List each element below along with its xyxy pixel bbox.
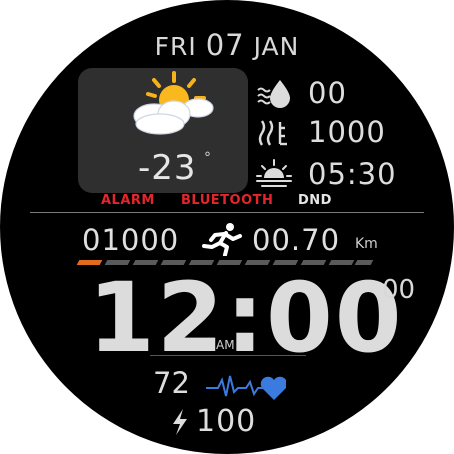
distance-value: 00.70 — [252, 223, 341, 257]
hours: 12 — [88, 262, 226, 374]
pressure-icon — [258, 120, 287, 146]
temperature-value: -23 — [138, 148, 197, 188]
running-icon — [202, 223, 242, 256]
watch-face: FRI 07 JAN -23 ° 00 1000 05:30 ALARM BLU… — [0, 0, 454, 454]
time-colon: : — [225, 262, 266, 374]
day-number: 07 — [205, 28, 245, 62]
heartbeat-icon — [206, 375, 286, 400]
time-display: 12:00 — [88, 262, 404, 374]
humidity-icon — [257, 80, 290, 108]
sunrise-value: 05:30 — [308, 157, 397, 191]
lightning-icon — [173, 409, 187, 435]
bluetooth-indicator: BLUETOOTH — [181, 193, 274, 208]
sunrise-icon — [256, 159, 292, 187]
day-of-week: FRI — [154, 32, 197, 61]
divider-top — [30, 212, 424, 213]
humidity-value: 00 — [308, 76, 347, 110]
steps-value: 01000 — [82, 223, 180, 257]
pressure-value: 1000 — [308, 115, 386, 149]
alarm-indicator: ALARM — [101, 193, 155, 208]
distance-unit: Km — [355, 236, 378, 252]
temperature-unit: ° — [204, 150, 211, 166]
heart-rate-value[interactable]: 72 — [153, 366, 190, 400]
divider-bottom — [150, 355, 306, 356]
partly-cloudy-icon — [133, 71, 214, 135]
month: JAN — [253, 32, 300, 61]
battery-value: 100 — [196, 404, 257, 439]
dnd-indicator: DND — [298, 193, 332, 208]
seconds: 00 — [382, 275, 416, 305]
am-pm-indicator: AM — [216, 338, 235, 352]
date-display: FRI 07 JAN — [0, 28, 454, 62]
